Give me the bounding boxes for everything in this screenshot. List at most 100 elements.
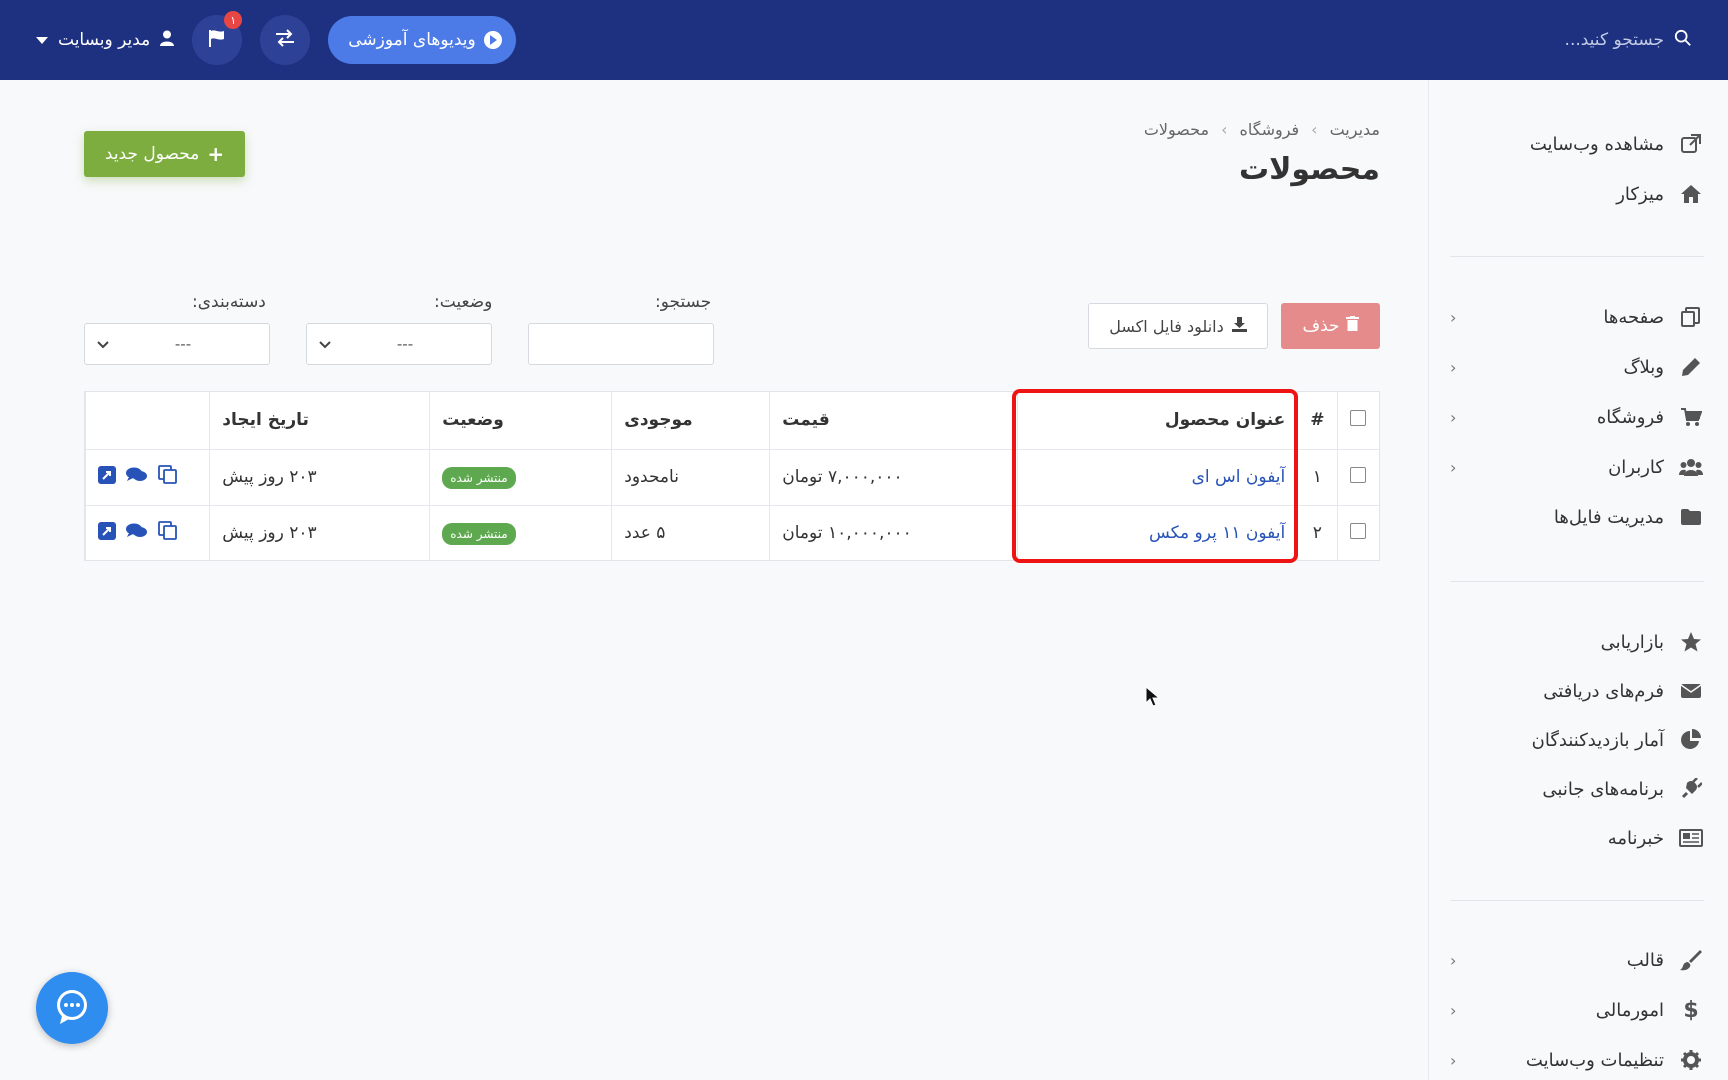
breadcrumb-separator: › xyxy=(1311,120,1318,139)
chat-button[interactable] xyxy=(36,972,108,1044)
column-header-date[interactable]: تاریخ ایجاد xyxy=(209,392,430,450)
dollar-icon: $ xyxy=(1683,997,1699,1023)
column-header-stock[interactable]: موجودی xyxy=(611,392,770,450)
edit-icon[interactable] xyxy=(98,465,116,489)
category-filter-select[interactable]: --- xyxy=(84,323,270,365)
tutorial-videos-button[interactable]: ویدیوهای آموزشی xyxy=(328,16,516,64)
sidebar-item-visitor-stats[interactable]: آمار بازدیدکنندگان xyxy=(1450,722,1704,758)
sidebar-item-plugins[interactable]: برنامه‌های جانبی xyxy=(1450,771,1704,807)
sidebar-item-label: تنظیمات وب‌سایت xyxy=(1525,1049,1664,1071)
comments-icon[interactable] xyxy=(126,467,148,488)
tutorial-videos-label: ویدیوهای آموزشی xyxy=(348,30,476,50)
chevron-left-icon: ‹ xyxy=(1450,407,1457,427)
comments-icon[interactable] xyxy=(126,523,148,544)
notifications-button[interactable]: ۱ xyxy=(192,11,243,65)
row-checkbox[interactable] xyxy=(1350,466,1367,483)
status-badge: منتشر شده xyxy=(442,467,516,489)
product-stock: ۵ عدد xyxy=(611,505,770,561)
chevron-left-icon: ‹ xyxy=(1450,1050,1457,1070)
mouse-cursor-icon xyxy=(1145,685,1161,712)
sidebar-item-label: کاربران xyxy=(1608,456,1664,478)
search-filter-input[interactable] xyxy=(528,323,714,365)
sidebar-item-label: فرم‌های دریافتی xyxy=(1543,680,1664,702)
chevron-left-icon: ‹ xyxy=(1450,457,1457,477)
newspaper-icon xyxy=(1678,825,1704,851)
pencil-icon xyxy=(1678,354,1704,380)
trash-icon xyxy=(1345,316,1359,336)
user-menu[interactable]: مدیر وبسایت xyxy=(36,30,175,51)
pages-icon xyxy=(1678,304,1704,330)
chevron-down-icon xyxy=(97,335,109,353)
sidebar-item-label: وبلاگ xyxy=(1623,356,1664,378)
sidebar-item-theme[interactable]: قالب ‹ xyxy=(1450,942,1704,978)
product-title-link[interactable]: آیفون اس ای xyxy=(1192,467,1286,487)
select-all-cell xyxy=(1336,392,1379,450)
caret-down-icon xyxy=(36,30,48,50)
pie-chart-icon xyxy=(1678,727,1704,753)
cart-icon xyxy=(1678,404,1704,430)
folder-icon xyxy=(1678,504,1704,530)
sidebar-item-marketing[interactable]: بازاریابی xyxy=(1450,624,1704,660)
sidebar-item-pages[interactable]: صفحه‌ها ‹ xyxy=(1450,299,1704,335)
copy-icon[interactable] xyxy=(158,520,178,546)
sidebar-item-view-website[interactable]: مشاهده وب‌سایت xyxy=(1450,126,1704,162)
sidebar-item-finance[interactable]: $ امورمالی ‹ xyxy=(1450,992,1704,1028)
column-header-number: # xyxy=(1297,392,1337,450)
sidebar-item-website-settings[interactable]: تنظیمات وب‌سایت ‹ xyxy=(1450,1042,1704,1078)
row-checkbox[interactable] xyxy=(1350,522,1367,539)
sidebar-item-received-forms[interactable]: فرم‌های دریافتی xyxy=(1450,673,1704,709)
products-table: # عنوان محصول قیمت موجودی وضعیت تاریخ ای… xyxy=(84,391,1380,561)
row-number: ۲ xyxy=(1297,505,1337,561)
sidebar-item-label: برنامه‌های جانبی xyxy=(1542,778,1664,800)
product-date: ۲۰۳ روز پیش xyxy=(209,505,430,561)
new-product-button[interactable]: + محصول جدید xyxy=(84,131,245,177)
chevron-left-icon: ‹ xyxy=(1450,1000,1457,1020)
sidebar-item-label: امورمالی xyxy=(1595,999,1664,1021)
sidebar-divider xyxy=(1450,581,1704,582)
download-excel-label: دانلود فایل اکسل xyxy=(1109,316,1224,336)
download-excel-button[interactable]: دانلود فایل اکسل xyxy=(1088,303,1268,349)
gear-icon xyxy=(1678,1047,1704,1073)
sidebar-item-label: صفحه‌ها xyxy=(1603,306,1664,328)
sidebar-item-dashboard[interactable]: میزکار xyxy=(1450,176,1704,212)
sidebar-item-file-manager[interactable]: مدیریت فایل‌ها xyxy=(1450,499,1704,535)
sidebar-item-label: مشاهده وب‌سایت xyxy=(1529,133,1664,155)
select-all-checkbox[interactable] xyxy=(1350,409,1367,426)
product-title-link[interactable]: آیفون ۱۱ پرو مکس xyxy=(1149,523,1285,543)
row-select-cell xyxy=(1336,505,1379,561)
sidebar-item-label: خبرنامه xyxy=(1607,827,1664,849)
sidebar-divider xyxy=(1450,900,1704,901)
chevron-left-icon: ‹ xyxy=(1450,357,1457,377)
home-icon xyxy=(1678,181,1704,207)
users-icon xyxy=(1678,454,1704,480)
user-icon xyxy=(160,30,175,51)
search-filter-label: جستجو: xyxy=(655,292,712,312)
sidebar-item-shop[interactable]: فروشگاه ‹ xyxy=(1450,399,1704,435)
row-actions xyxy=(84,449,210,506)
copy-icon[interactable] xyxy=(158,464,178,490)
column-header-title[interactable]: عنوان محصول xyxy=(1017,392,1298,450)
sidebar-item-label: میزکار xyxy=(1616,183,1664,205)
exchange-icon xyxy=(274,29,296,51)
sidebar-item-blog[interactable]: وبلاگ ‹ xyxy=(1450,349,1704,385)
sidebar-item-users[interactable]: کاربران ‹ xyxy=(1450,449,1704,485)
search-icon xyxy=(1674,29,1692,52)
top-actions: مدیر وبسایت ۱ ویدیوهای آموزشی xyxy=(36,11,516,65)
category-filter-value: --- xyxy=(174,335,192,353)
switch-button[interactable] xyxy=(260,15,311,65)
play-icon xyxy=(483,31,502,49)
edit-icon[interactable] xyxy=(98,521,116,545)
top-search-input[interactable] xyxy=(1504,30,1664,50)
sidebar-item-newsletter[interactable]: خبرنامه xyxy=(1450,820,1704,856)
delete-button[interactable]: حذف xyxy=(1281,303,1380,349)
sidebar-item-label: فروشگاه xyxy=(1596,406,1664,428)
user-name: مدیر وبسایت xyxy=(58,30,151,50)
breadcrumb-item[interactable]: مدیریت xyxy=(1330,120,1380,139)
table-row: ۱ آیفون اس ای ۷,۰۰۰,۰۰۰ تومان نامحدود من… xyxy=(84,449,1379,506)
status-filter-select[interactable]: --- xyxy=(306,323,492,365)
top-search[interactable] xyxy=(1504,29,1692,52)
breadcrumb-item[interactable]: فروشگاه xyxy=(1239,120,1299,139)
column-header-status[interactable]: وضعیت xyxy=(429,392,612,450)
delete-label: حذف xyxy=(1302,316,1340,336)
column-header-price[interactable]: قیمت xyxy=(769,392,1018,450)
